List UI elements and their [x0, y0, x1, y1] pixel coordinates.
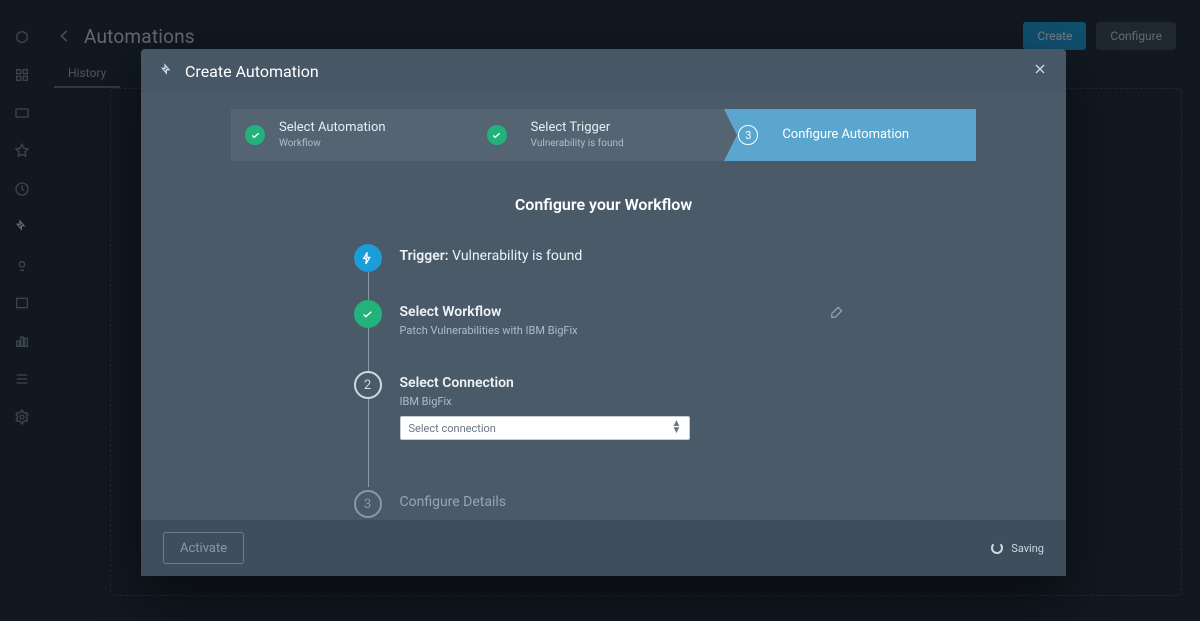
- connection-step-number: 2: [354, 371, 382, 399]
- node-trigger: Trigger: Vulnerability is found: [354, 244, 854, 272]
- step-2[interactable]: Select Trigger Vulnerability is found: [473, 109, 725, 161]
- workflow-flow: Trigger: Vulnerability is found Select W…: [354, 244, 854, 518]
- node-details: 3 Configure Details: [354, 490, 854, 518]
- step-1-sub: Workflow: [279, 138, 386, 149]
- trigger-line: Trigger: Vulnerability is found: [400, 248, 583, 264]
- modal-body: Select Automation Workflow Select Trigge…: [141, 93, 1066, 520]
- check-icon: [487, 125, 507, 145]
- workflow-title: Select Workflow: [400, 304, 578, 320]
- create-automation-modal: Create Automation Select Automation Work…: [141, 49, 1066, 576]
- connection-sub: IBM BigFix: [400, 395, 854, 408]
- check-icon: [354, 300, 382, 328]
- section-title: Configure your Workflow: [141, 195, 1066, 214]
- node-workflow: Select Workflow Patch Vulnerabilities wi…: [354, 300, 854, 337]
- node-connection: 2 Select Connection IBM BigFix Select co…: [354, 371, 854, 440]
- modal-title: Create Automation: [185, 62, 319, 81]
- check-icon: [245, 125, 265, 145]
- step-3-title: Configure Automation: [782, 128, 909, 142]
- workflow-sub: Patch Vulnerabilities with IBM BigFix: [400, 324, 578, 337]
- spinner-icon: [991, 542, 1003, 554]
- step-2-sub: Vulnerability is found: [531, 138, 624, 149]
- connection-select[interactable]: Select connection: [400, 416, 690, 440]
- step-1-title: Select Automation: [279, 121, 386, 135]
- saving-indicator: Saving: [991, 542, 1044, 555]
- modal-footer: Activate Saving: [141, 520, 1066, 576]
- trigger-icon: [354, 244, 382, 272]
- wizard-stepper: Select Automation Workflow Select Trigge…: [231, 109, 976, 161]
- details-title: Configure Details: [400, 494, 507, 510]
- edit-workflow-icon[interactable]: [830, 304, 844, 323]
- connection-title: Select Connection: [400, 375, 854, 391]
- saving-label: Saving: [1011, 542, 1044, 555]
- details-step-number: 3: [354, 490, 382, 518]
- step-3-number: 3: [738, 125, 758, 145]
- close-icon[interactable]: [1032, 61, 1048, 81]
- step-1[interactable]: Select Automation Workflow: [231, 109, 473, 161]
- step-3[interactable]: 3 Configure Automation: [724, 109, 976, 161]
- modal-header: Create Automation: [141, 49, 1066, 93]
- automation-icon: [159, 63, 175, 79]
- activate-button[interactable]: Activate: [163, 532, 244, 564]
- step-2-title: Select Trigger: [531, 121, 624, 135]
